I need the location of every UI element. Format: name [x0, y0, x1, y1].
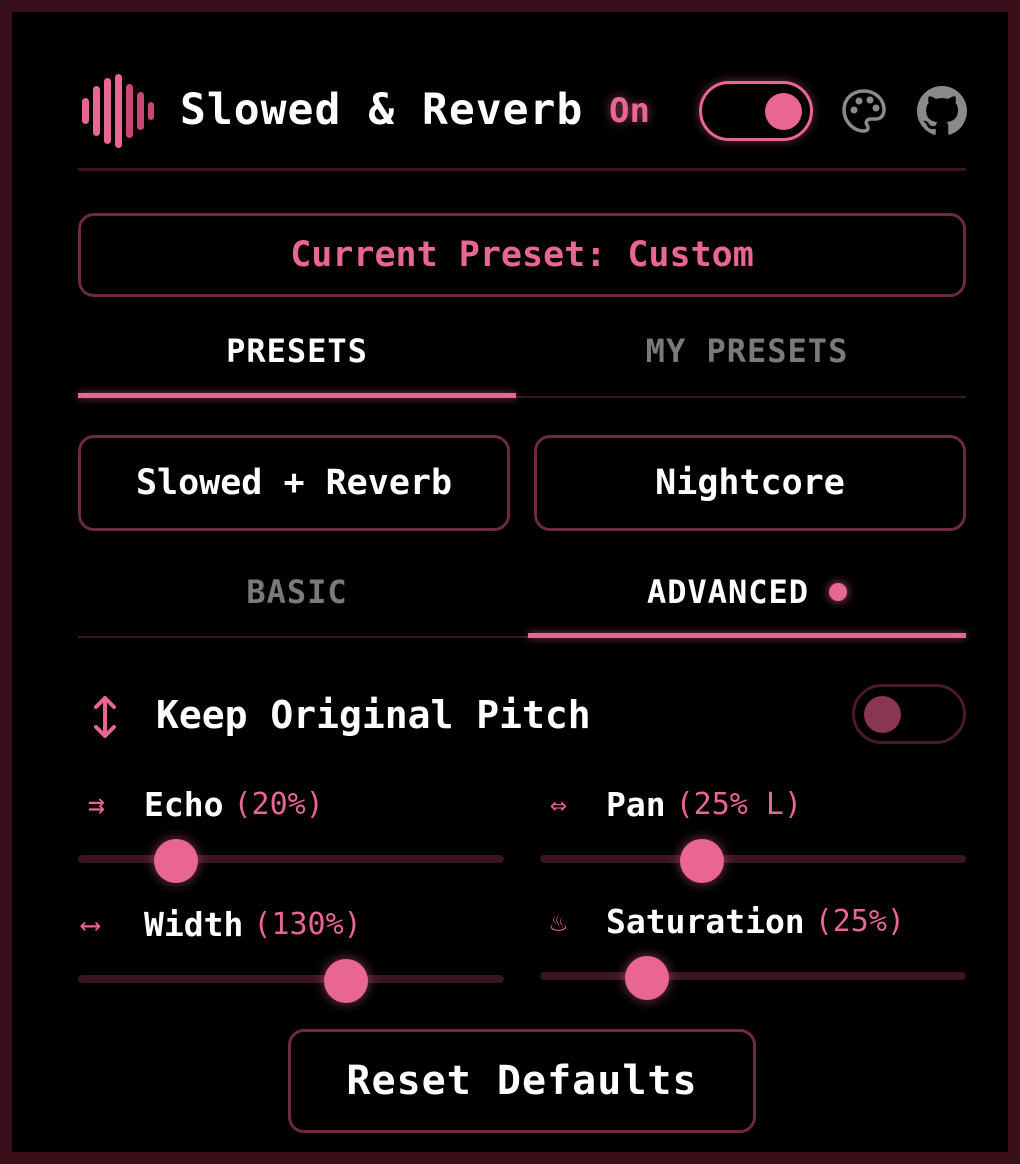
toggle-knob — [864, 696, 901, 733]
toggle-knob — [765, 93, 802, 130]
tab-advanced[interactable]: ADVANCED — [528, 567, 966, 617]
width-slider[interactable] — [78, 975, 504, 983]
pan-icon: ⇔ — [550, 788, 567, 821]
extension-panel: Slowed & Reverb On Current Preset: Custo… — [0, 0, 1020, 1164]
width-value: (130%) — [253, 907, 362, 942]
echo-icon: ⇉ — [88, 788, 105, 821]
tab-basic-label: BASIC — [246, 573, 348, 611]
keep-pitch-label: Keep Original Pitch — [156, 693, 591, 737]
app-title: Slowed & Reverb — [180, 85, 584, 135]
github-icon[interactable] — [917, 86, 967, 136]
waveform-logo-icon — [82, 74, 154, 148]
echo-value: (20%) — [233, 787, 324, 822]
tab-presets[interactable]: PRESETS — [78, 326, 516, 376]
tab-active-indicator — [78, 393, 516, 398]
palette-icon[interactable] — [841, 88, 887, 134]
saturation-value: (25%) — [814, 904, 905, 939]
enable-toggle[interactable] — [699, 81, 813, 141]
echo-slider-thumb[interactable] — [153, 839, 198, 883]
keep-pitch-toggle[interactable] — [852, 684, 966, 744]
header-divider — [78, 168, 966, 171]
width-label: Width — [144, 905, 244, 944]
saturation-label: Saturation — [606, 902, 805, 941]
width-label-row: ⟷ Width (130%) — [82, 903, 362, 947]
pan-slider-thumb[interactable] — [679, 839, 724, 883]
tab-basic[interactable]: BASIC — [78, 567, 516, 617]
saturation-icon: ♨ — [550, 905, 567, 938]
width-slider-thumb[interactable] — [324, 959, 369, 1003]
pan-label-row: ⇔ Pan (25% L) — [550, 783, 802, 827]
reset-defaults-button[interactable]: Reset Defaults — [288, 1029, 756, 1133]
echo-label: Echo — [144, 785, 224, 824]
echo-slider[interactable] — [78, 855, 504, 863]
width-icon: ⟷ — [82, 908, 99, 941]
saturation-slider[interactable] — [540, 972, 966, 980]
saturation-label-row: ♨ Saturation (25%) — [550, 900, 905, 944]
pan-value: (25% L) — [675, 787, 803, 822]
tab-active-indicator — [528, 633, 966, 638]
preset-nightcore-button[interactable]: Nightcore — [534, 435, 966, 531]
tab-advanced-label: ADVANCED — [646, 573, 810, 611]
saturation-slider-thumb[interactable] — [624, 956, 669, 1000]
echo-label-row: ⇉ Echo (20%) — [88, 783, 324, 827]
current-preset-banner: Current Preset: Custom — [78, 213, 966, 297]
vertical-arrows-icon — [94, 696, 116, 738]
preset-slowed-reverb-button[interactable]: Slowed + Reverb — [78, 435, 510, 531]
tab-my-presets[interactable]: MY PRESETS — [528, 326, 966, 376]
active-dot-icon — [829, 583, 848, 601]
status-label: On — [609, 91, 650, 131]
pan-label: Pan — [606, 785, 666, 824]
pan-slider[interactable] — [540, 855, 966, 863]
